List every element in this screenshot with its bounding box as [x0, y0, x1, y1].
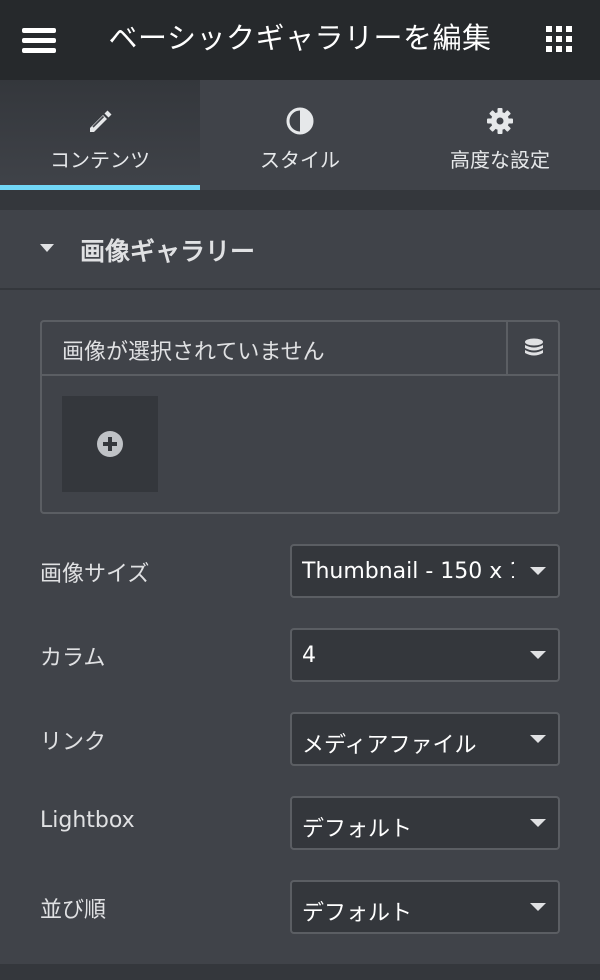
gallery-header: 画像が選択されていません: [42, 322, 558, 376]
link-label: リンク: [40, 730, 107, 755]
widgets-grid-icon[interactable]: [546, 26, 574, 54]
tab-content[interactable]: コンテンツ: [0, 80, 200, 190]
editor-panel: ベーシックギャラリーを編集 コンテンツ スタイル 高度な設定 画像ギャラリー 画…: [0, 0, 600, 980]
image-size-select[interactable]: Thumbnail - 150 x 150: [290, 544, 560, 598]
plus-circle-icon: [97, 431, 123, 457]
gallery-status-text: 画像が選択されていません: [62, 340, 325, 365]
select-value: デフォルト: [302, 901, 413, 926]
panel-header: ベーシックギャラリーを編集: [0, 0, 600, 80]
caret-down-icon: [530, 819, 546, 827]
tab-label: コンテンツ: [50, 148, 150, 172]
order-select[interactable]: デフォルト: [290, 880, 560, 934]
database-icon: [525, 338, 543, 356]
section-title: 画像ギャラリー: [80, 237, 256, 266]
select-value: メディアファイル: [302, 733, 477, 758]
lightbox-select[interactable]: デフォルト: [290, 796, 560, 850]
hamburger-menu-icon[interactable]: [22, 26, 58, 54]
select-value: 4: [302, 643, 316, 668]
divider: [0, 190, 600, 210]
caret-down-icon: [530, 735, 546, 743]
columns-select[interactable]: 4: [290, 628, 560, 682]
tab-bar: コンテンツ スタイル 高度な設定: [0, 80, 600, 190]
tab-advanced[interactable]: 高度な設定: [400, 80, 600, 190]
divider: [0, 964, 600, 980]
columns-label: カラム: [40, 646, 106, 671]
caret-down-icon: [40, 244, 54, 252]
contrast-icon: [286, 107, 314, 135]
tab-style[interactable]: スタイル: [200, 80, 400, 190]
caret-down-icon: [530, 903, 546, 911]
caret-down-icon: [530, 567, 546, 575]
lightbox-label: Lightbox: [40, 808, 135, 833]
select-value: デフォルト: [302, 817, 413, 842]
add-image-button[interactable]: [62, 396, 158, 492]
image-size-label: 画像サイズ: [40, 562, 150, 587]
gallery-control: 画像が選択されていません: [40, 320, 560, 514]
pencil-icon: [90, 110, 112, 132]
caret-down-icon: [530, 651, 546, 659]
gear-icon: [487, 108, 513, 134]
panel-title: ベーシックギャラリーを編集: [108, 21, 492, 55]
order-label: 並び順: [40, 898, 107, 923]
dynamic-tags-button[interactable]: [506, 322, 558, 376]
tab-label: スタイル: [260, 148, 340, 172]
tab-label: 高度な設定: [450, 148, 550, 172]
select-value: Thumbnail - 150 x 150: [302, 559, 514, 584]
link-select[interactable]: メディアファイル: [290, 712, 560, 766]
